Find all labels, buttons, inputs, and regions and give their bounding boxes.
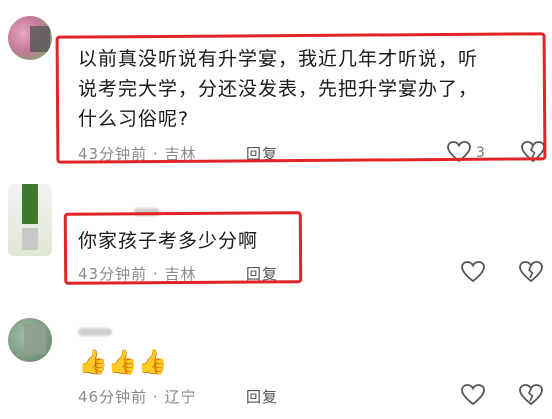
reply-button[interactable]: 回复 (246, 143, 278, 164)
comment-meta-2: 43分钟前 · 吉林 (78, 263, 196, 284)
reply-button[interactable]: 回复 (246, 386, 278, 407)
comment-location: 吉林 (164, 145, 197, 163)
meta-separator: · (152, 265, 159, 283)
username-blurred (134, 208, 160, 216)
user-avatar-2[interactable] (8, 184, 52, 256)
comment-text-line: 你家孩子考多少分啊 (78, 230, 259, 252)
broken-heart-icon[interactable] (520, 140, 546, 164)
heart-outline-icon[interactable] (460, 260, 486, 284)
meta-separator: · (152, 388, 159, 406)
comment-text-line: 什么习俗呢? (78, 108, 190, 130)
heart-outline-icon[interactable] (446, 140, 472, 164)
username-blurred (78, 328, 112, 336)
comment-location: 辽宁 (164, 388, 197, 406)
meta-separator: · (152, 145, 159, 163)
like-count: 3 (476, 145, 485, 161)
comment-meta-3: 46分钟前 · 辽宁 (78, 386, 196, 407)
comment-time: 43分钟前 (78, 265, 148, 283)
comment-time: 46分钟前 (78, 388, 148, 406)
comment-location: 吉林 (164, 265, 197, 283)
comment-time: 43分钟前 (78, 145, 148, 163)
broken-heart-icon[interactable] (518, 383, 544, 407)
broken-heart-icon[interactable] (518, 260, 544, 284)
comment-meta-1: 43分钟前 · 吉林 (78, 143, 196, 164)
thumbs-up-emoji-text: 👍👍👍 (78, 348, 168, 376)
comment-text-1: 以前真没听说有升学宴，我近几年才听说，听 说考完大学，分还没发表，先把升学宴办了… (78, 44, 478, 134)
reply-button[interactable]: 回复 (246, 263, 278, 284)
user-avatar-1[interactable] (8, 16, 52, 60)
heart-outline-icon[interactable] (460, 383, 486, 407)
user-avatar-3[interactable] (8, 318, 52, 362)
comment-text-line: 以前真没听说有升学宴，我近几年才听说，听 (78, 48, 479, 70)
comment-text-line: 说考完大学，分还没发表，先把升学宴办了， (78, 78, 479, 100)
comment-text-2: 你家孩子考多少分啊 (78, 226, 258, 256)
